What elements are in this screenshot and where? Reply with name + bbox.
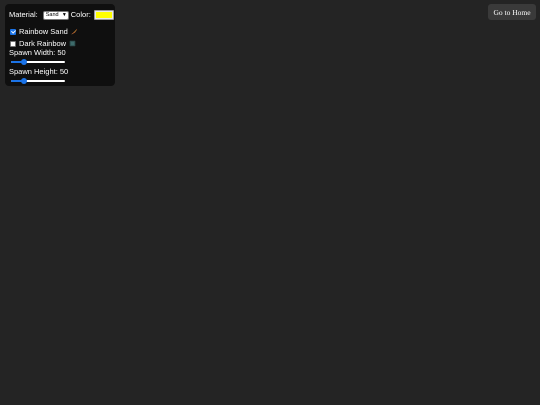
dark-rainbow-label: Dark Rainbow [19, 39, 67, 48]
slider-thumb[interactable] [21, 59, 28, 65]
chevron-down-icon: ▼ [61, 11, 67, 18]
spawn-width-label: Spawn Width: 50 [9, 48, 66, 57]
spawn-height-slider[interactable] [11, 77, 65, 85]
slider-thumb[interactable] [21, 78, 28, 84]
material-row: Material: Sand ▼ Color: [9, 10, 114, 20]
color-label: Color: [70, 10, 91, 19]
rainbow-sand-checkbox[interactable] [10, 28, 16, 35]
spawn-width-slider[interactable] [11, 58, 65, 66]
material-select-value: Sand [45, 11, 59, 18]
rainbow-feather-icon [71, 28, 78, 35]
controls-panel: Material: Sand ▼ Color: Rainbow Sand Dar… [5, 4, 115, 86]
dark-rainbow-row: Dark Rainbow [10, 39, 76, 48]
go-to-home-button[interactable]: Go to Home [488, 4, 536, 20]
material-select[interactable]: Sand ▼ [42, 10, 69, 20]
color-swatch [95, 12, 112, 18]
rainbow-sand-label: Rainbow Sand [19, 27, 68, 36]
color-picker[interactable] [93, 10, 114, 20]
rainbow-sand-row: Rainbow Sand [10, 27, 78, 36]
dark-rainbow-checkbox[interactable] [10, 40, 16, 47]
dark-square-icon [69, 40, 76, 47]
material-label: Material: [9, 10, 38, 19]
spawn-height-label: Spawn Height: 50 [9, 67, 69, 76]
